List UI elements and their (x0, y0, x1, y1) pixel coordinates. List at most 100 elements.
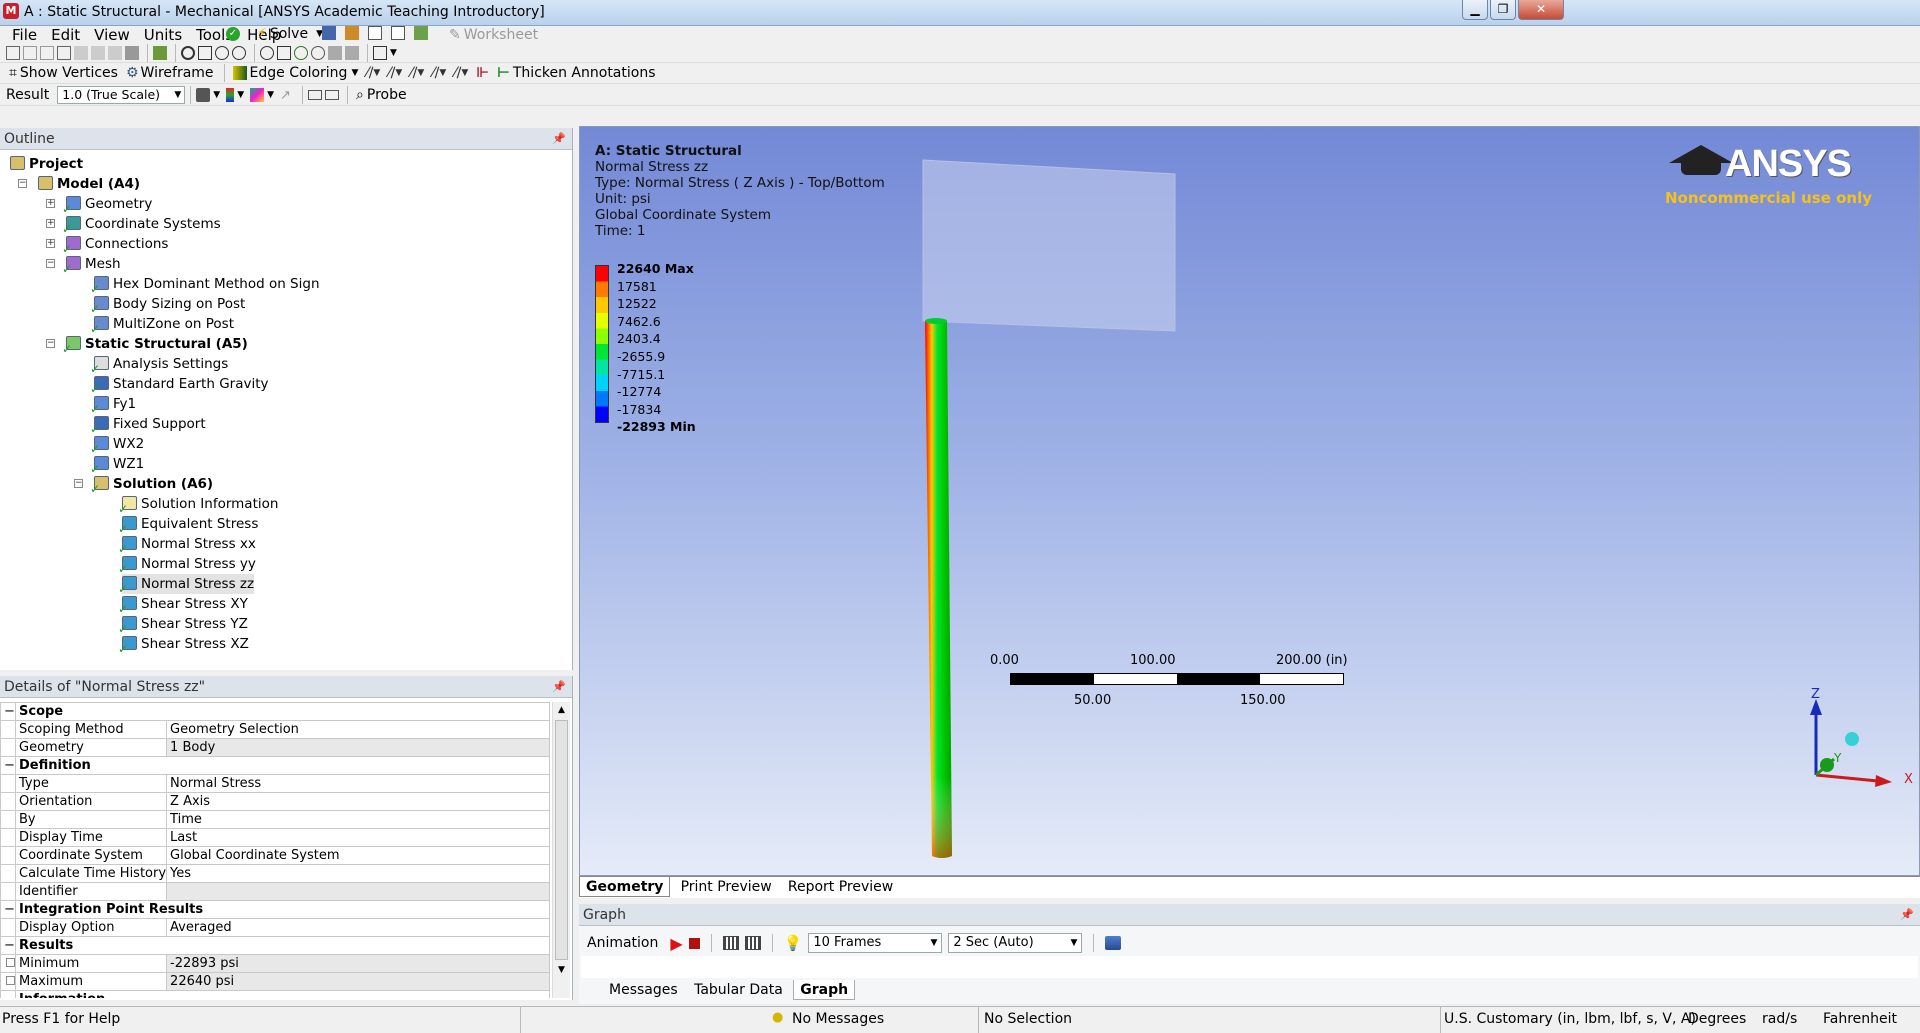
details-row[interactable]: Type Normal Stress (0, 774, 550, 793)
pointer-icon[interactable] (57, 45, 71, 60)
menu-edit[interactable]: Edit (51, 26, 80, 44)
select-icon[interactable] (6, 45, 20, 60)
pin-icon[interactable]: 📌 (552, 128, 566, 149)
scroll-thumb[interactable] (555, 720, 568, 960)
app-icon[interactable]: M (3, 3, 19, 19)
magnifier-window-icon[interactable] (311, 45, 325, 60)
details-row[interactable]: Maximum 22640 psi (0, 972, 550, 991)
worksheet-button[interactable]: ✎ Worksheet (446, 25, 541, 45)
zoom-fit-icon[interactable] (260, 45, 274, 60)
details-group[interactable]: − Scope (0, 702, 550, 721)
pin-icon[interactable]: 📌 (1900, 904, 1914, 925)
geometry-display-icon[interactable] (196, 87, 211, 102)
outline-item-fixed-support[interactable]: Fixed Support (94, 414, 206, 434)
chart-icon[interactable] (345, 26, 359, 40)
outline-item-wz1[interactable]: WZ1 (94, 454, 144, 474)
outline-item-normal-stress-yy[interactable]: Normal Stress yy (122, 554, 256, 574)
outline-item-fy1[interactable]: Fy1 (94, 394, 136, 414)
frames-select[interactable]: 10 Frames ▼ (808, 933, 943, 953)
edge-direction-button[interactable]: ⊩ (473, 63, 492, 83)
extend-select-icon[interactable] (108, 45, 122, 60)
pin-icon[interactable]: 📌 (552, 676, 566, 697)
outline-item-body-sizing-on-post[interactable]: Body Sizing on Post (94, 294, 245, 314)
next-view-icon[interactable] (345, 45, 359, 60)
details-row-value[interactable]: Yes (166, 864, 550, 883)
vertex-select-icon[interactable] (23, 45, 37, 60)
menu-units[interactable]: Units (144, 26, 182, 44)
collapse-icon[interactable]: − (18, 179, 27, 188)
parameter-checkbox[interactable] (6, 976, 15, 985)
details-group[interactable]: −Information (0, 990, 550, 998)
solve-button[interactable]: ⚡ Solve ▼ (254, 24, 326, 44)
edge-style-2-button[interactable]: ⁄∕ ▼ (385, 63, 405, 83)
outline-item-standard-earth-gravity[interactable]: Standard Earth Gravity (94, 374, 269, 394)
show-vertices-button[interactable]: ⌗ Show Vertices (6, 63, 121, 83)
result-frames-icon[interactable] (744, 936, 761, 950)
lightbulb-icon[interactable]: 💡 (784, 934, 803, 952)
outline-item-multizone-on-post[interactable]: MultiZone on Post (94, 314, 234, 334)
details-row[interactable]: Display Time Last (0, 828, 550, 847)
expand-icon[interactable]: + (46, 239, 55, 248)
wireframe-button[interactable]: ⚙ Wireframe (123, 63, 217, 83)
status-temp[interactable]: Fahrenheit (1823, 1011, 1897, 1027)
edge-coloring-button[interactable]: Edge Coloring ▼ (230, 63, 362, 83)
outline-item-wx2[interactable]: WX2 (94, 434, 144, 454)
thicken-annotations-button[interactable]: ⊢ Thicken Annotations (494, 63, 658, 83)
face-select-icon[interactable] (74, 45, 88, 60)
play-icon[interactable]: ▶ (670, 934, 682, 953)
status-messages[interactable]: No Messages (792, 1011, 884, 1027)
details-row[interactable]: Coordinate System Global Coordinate Syste… (0, 846, 550, 865)
viewport-icon[interactable] (373, 45, 387, 60)
tab-graph[interactable]: Graph (793, 980, 856, 1000)
details-row-value[interactable]: 1 Body (166, 738, 550, 757)
status-rate[interactable]: rad/s (1762, 1011, 1797, 1027)
collapse-icon[interactable]: − (0, 756, 16, 775)
minimize-button[interactable]: ▁ (1462, 0, 1488, 20)
details-row[interactable]: Scoping Method Geometry Selection (0, 720, 550, 739)
distributed-frames-icon[interactable] (722, 936, 739, 950)
maximize-button[interactable]: ❐ (1490, 0, 1516, 20)
edge-style-4-button[interactable]: ⁄∕ ▼ (429, 63, 449, 83)
rotate-icon[interactable] (181, 45, 195, 60)
outline-item-geometry[interactable]: Geometry (66, 194, 152, 214)
outline-item-solution-a6[interactable]: Solution (A6) (94, 474, 213, 494)
details-row[interactable]: Orientation Z Axis (0, 792, 550, 811)
tab-geometry[interactable]: Geometry (579, 877, 671, 897)
details-row[interactable]: Calculate Time History Yes (0, 864, 550, 883)
parameter-checkbox[interactable] (6, 958, 15, 967)
outline-item-shear-stress-xy[interactable]: Shear Stress XY (122, 594, 248, 614)
collapse-icon[interactable]: − (0, 990, 16, 998)
details-row-value[interactable]: Global Coordinate System (166, 846, 550, 865)
min-label-icon[interactable] (325, 89, 340, 100)
collapse-icon[interactable]: − (74, 479, 83, 488)
scroll-up-icon[interactable]: ▲ (553, 702, 570, 718)
collapse-icon[interactable]: − (46, 259, 55, 268)
outline-item-normal-stress-zz[interactable]: Normal Stress zz (122, 574, 255, 594)
outline-item-analysis-settings[interactable]: Analysis Settings (94, 354, 228, 374)
status-angle[interactable]: Degrees (1688, 1011, 1746, 1027)
details-row-value[interactable]: Averaged (166, 918, 550, 937)
expand-icon[interactable]: + (46, 199, 55, 208)
tab-report-preview[interactable]: Report Preview (782, 877, 899, 897)
collapse-icon[interactable]: − (0, 936, 16, 955)
menu-file[interactable]: File (12, 26, 37, 44)
comment-icon[interactable] (368, 26, 382, 40)
close-button[interactable]: ✕ (1518, 0, 1564, 20)
box-zoom-icon[interactable] (232, 45, 246, 60)
details-row[interactable]: Geometry 1 Body (0, 738, 550, 757)
probe-button[interactable]: ⌕ Probe (353, 85, 410, 105)
outline-item-static-structural-a5[interactable]: Static Structural (A5) (66, 334, 248, 354)
body-select-icon[interactable] (91, 45, 105, 60)
tab-messages[interactable]: Messages (603, 980, 684, 1000)
vectors-icon[interactable]: ↗ (280, 88, 294, 103)
max-label-icon[interactable] (308, 89, 323, 100)
tab-tabular-data[interactable]: Tabular Data (688, 980, 789, 1000)
edges-display-icon[interactable] (250, 87, 265, 102)
details-row-value[interactable]: Geometry Selection (166, 720, 550, 739)
menu-view[interactable]: View (94, 26, 130, 44)
outline-item-solution-information[interactable]: Solution Information (122, 494, 278, 514)
outline-item-shear-stress-yz[interactable]: Shear Stress YZ (122, 614, 248, 634)
outline-item-project[interactable]: Project (10, 154, 83, 174)
details-group[interactable]: − Results (0, 936, 550, 955)
details-row[interactable]: By Time (0, 810, 550, 829)
